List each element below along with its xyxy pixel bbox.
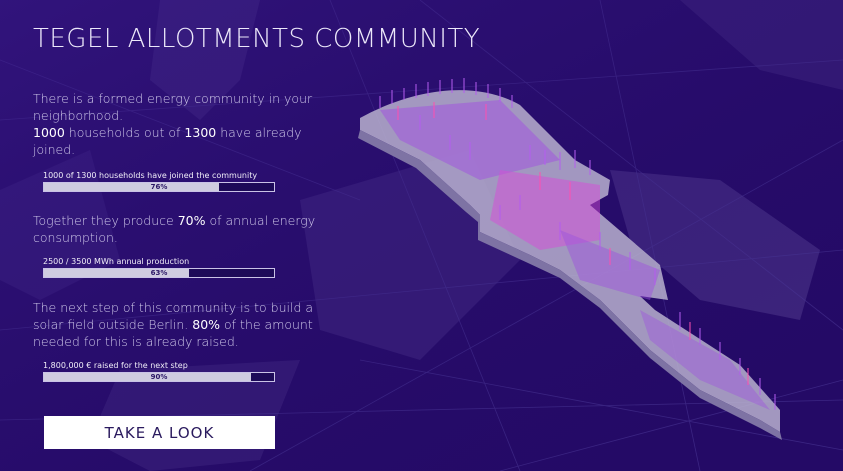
- intro-text: There is a formed energy community in yo…: [33, 90, 333, 158]
- take-a-look-button[interactable]: TAKE A LOOK: [44, 416, 275, 449]
- intro-line: There is a formed energy community in yo…: [33, 91, 313, 123]
- households-progress-percent: 76%: [150, 183, 168, 191]
- production-progress-label: 2500 / 3500 MWh annual production: [43, 257, 190, 266]
- production-progress: 2500 / 3500 MWh annual production 63%: [43, 257, 275, 278]
- funding-progress-percent: 90%: [150, 373, 168, 381]
- intro-mid-text: households out of: [64, 125, 185, 140]
- production-progress-track: 63%: [43, 268, 275, 278]
- next-step-percent: 80%: [192, 317, 221, 332]
- production-text: Together they produce 70% of annual ener…: [33, 212, 323, 246]
- total-count: 1300: [184, 125, 217, 140]
- funding-progress: 1,800,000 € raised for the next step 90%: [43, 361, 275, 382]
- production-progress-percent: 63%: [150, 269, 168, 277]
- next-step-text: The next step of this community is to bu…: [33, 299, 333, 350]
- funding-progress-label: 1,800,000 € raised for the next step: [43, 361, 188, 370]
- production-before-text: Together they produce: [33, 213, 178, 228]
- households-progress: 1000 of 1300 households have joined the …: [43, 171, 275, 192]
- page-title: TEGEL ALLOTMENTS COMMUNITY: [33, 24, 481, 54]
- production-percent: 70%: [177, 213, 206, 228]
- joined-count: 1000: [33, 125, 65, 140]
- households-progress-track: 76%: [43, 182, 275, 192]
- funding-progress-track: 90%: [43, 372, 275, 382]
- households-progress-label: 1000 of 1300 households have joined the …: [43, 171, 258, 180]
